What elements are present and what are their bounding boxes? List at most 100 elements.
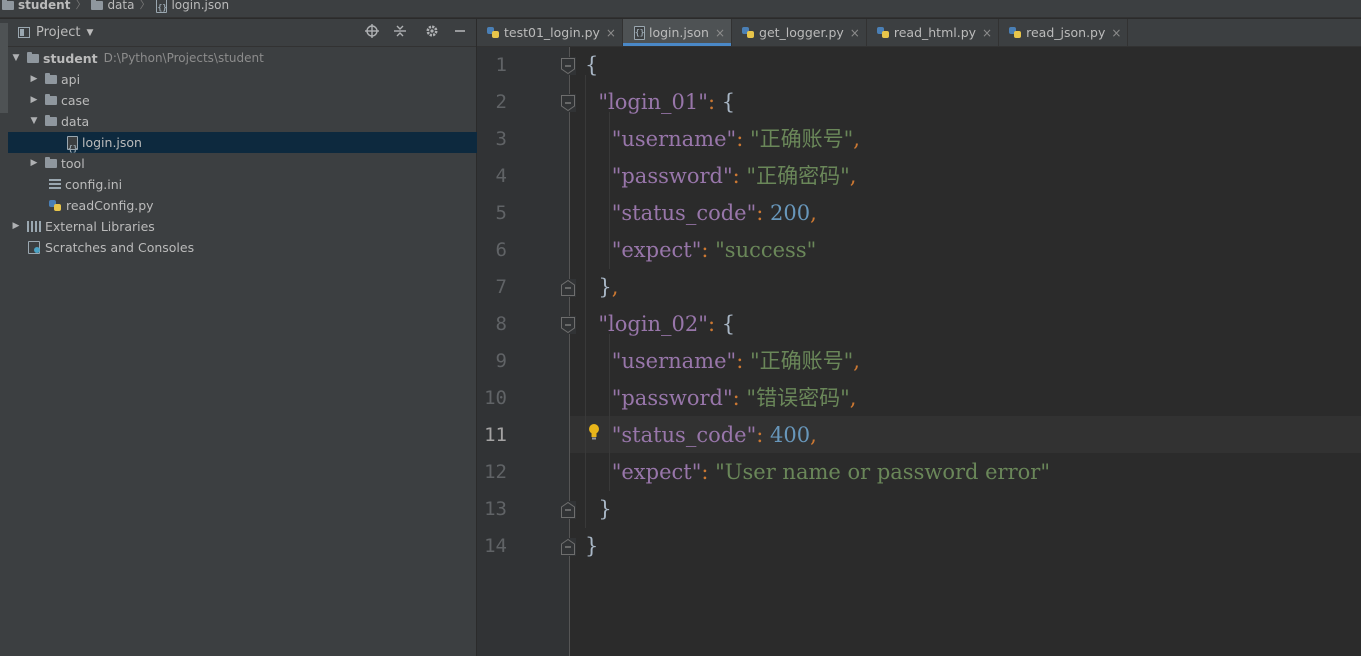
- tree-item-case[interactable]: ▶ case: [8, 90, 496, 111]
- close-icon[interactable]: ×: [606, 26, 616, 40]
- chevron-down-icon[interactable]: ▼: [86, 28, 93, 38]
- code-token: 400: [770, 423, 811, 447]
- library-icon: [27, 221, 41, 232]
- close-icon[interactable]: ×: [1111, 26, 1121, 40]
- tab-login-json[interactable]: login.json ×: [622, 19, 733, 46]
- chevron-right-icon[interactable]: ▶: [28, 153, 40, 174]
- code-token: "status_code": [611, 423, 757, 447]
- tree-item-student[interactable]: ▼ student D:\Python\Projects\student: [8, 48, 478, 69]
- line-number: 2: [495, 91, 507, 113]
- breadcrumb-item-login-json[interactable]: login.json: [155, 0, 229, 15]
- breadcrumb: student 〉 data 〉 login.json: [0, 0, 1361, 18]
- code-token: "expect": [611, 238, 702, 262]
- code-line: "username": "正确账号",: [585, 121, 860, 158]
- tab-read-html-py[interactable]: read_html.py ×: [867, 19, 1000, 46]
- folder-icon: [27, 52, 39, 63]
- folder-icon: [45, 94, 57, 105]
- code-token: :: [701, 460, 716, 484]
- tree-item-config-ini[interactable]: config.ini: [8, 174, 517, 195]
- python-file-icon: [876, 26, 890, 39]
- collapse-all-icon[interactable]: [392, 24, 408, 40]
- code-token: :: [701, 238, 716, 262]
- line-number: 11: [484, 424, 507, 446]
- tree-item-api[interactable]: ▶ api: [8, 69, 496, 90]
- breadcrumb-item-student[interactable]: student: [2, 0, 70, 12]
- breadcrumb-item-data[interactable]: data: [91, 0, 134, 12]
- gear-icon[interactable]: [424, 24, 440, 40]
- line-number: 8: [495, 313, 507, 335]
- code-editor[interactable]: 1{2 "login_01": {3 "username": "正确账号", 4 …: [477, 47, 1361, 656]
- code-token: {: [721, 90, 736, 114]
- close-icon[interactable]: ×: [850, 26, 860, 40]
- code-token: "expect": [611, 460, 702, 484]
- line-number: 12: [484, 461, 507, 483]
- code-token: :: [732, 386, 747, 410]
- code-token: ,: [849, 386, 857, 410]
- locate-target-icon[interactable]: [364, 24, 380, 40]
- line-number: 4: [495, 165, 507, 187]
- code-token: "login_02": [598, 312, 708, 336]
- project-view-title[interactable]: Project: [36, 25, 80, 40]
- line-number: 14: [484, 535, 507, 557]
- tab-test01-login-py[interactable]: test01_login.py ×: [477, 19, 623, 46]
- line-number: 6: [495, 239, 507, 261]
- line-number: 10: [484, 387, 507, 409]
- line-number: 5: [495, 202, 507, 224]
- code-token: "正确账号": [749, 127, 854, 151]
- folder-icon: [45, 157, 57, 168]
- code-line: "status_code": 200,: [585, 195, 817, 232]
- close-icon[interactable]: ×: [982, 26, 992, 40]
- code-token: {: [585, 53, 599, 77]
- chevron-down-icon[interactable]: ▼: [28, 111, 40, 132]
- tree-item-login-json[interactable]: login.json: [8, 132, 534, 159]
- chevron-down-icon[interactable]: ▼: [10, 48, 22, 69]
- fold-end-icon[interactable]: [560, 501, 576, 519]
- code-token: 200: [770, 201, 811, 225]
- chevron-right-icon[interactable]: ▶: [10, 216, 22, 237]
- project-tool-window-tab[interactable]: [0, 23, 8, 113]
- line-number: 3: [495, 128, 507, 150]
- fold-collapse-icon[interactable]: [560, 94, 576, 112]
- chevron-right-icon[interactable]: ▶: [28, 90, 40, 111]
- ini-file-icon: [49, 179, 61, 190]
- tab-get-logger-py[interactable]: get_logger.py ×: [732, 19, 867, 46]
- code-token: :: [707, 312, 722, 336]
- fold-collapse-icon[interactable]: [560, 57, 576, 75]
- tree-item-data[interactable]: ▼ data: [8, 111, 496, 132]
- code-token: "错误密码": [746, 386, 850, 410]
- code-token: :: [707, 90, 722, 114]
- code-token: ,: [853, 349, 860, 373]
- fold-end-icon[interactable]: [560, 279, 576, 297]
- code-token: "username": [611, 349, 737, 373]
- code-token: }: [598, 275, 612, 299]
- minimize-icon[interactable]: [452, 24, 468, 40]
- chevron-right-icon[interactable]: ▶: [28, 69, 40, 90]
- tab-read-json-py[interactable]: read_json.py ×: [999, 19, 1129, 46]
- code-token: "正确账号": [749, 349, 854, 373]
- gutter-divider: [569, 47, 570, 656]
- code-line: {: [585, 47, 598, 84]
- project-panel: Project ▼ ▼ student D:\Python\Projects\s…: [8, 19, 534, 656]
- python-file-icon: [1009, 26, 1022, 39]
- editor: test01_login.py × login.json × get_logge…: [477, 19, 1361, 656]
- code-token: :: [736, 127, 750, 151]
- close-icon[interactable]: ×: [715, 26, 725, 40]
- tree-item-readconfig-py[interactable]: readConfig.py: [8, 195, 517, 216]
- fold-end-icon[interactable]: [560, 538, 576, 556]
- tree-item-external-libraries[interactable]: ▶ External Libraries: [8, 216, 478, 237]
- code-line: "expect": "User name or password error": [585, 454, 1050, 491]
- code-token: "username": [611, 127, 737, 151]
- tree-item-scratches[interactable]: Scratches and Consoles: [8, 237, 496, 258]
- python-file-icon: [487, 26, 500, 39]
- tree-item-tool[interactable]: ▶ tool: [8, 153, 496, 174]
- fold-collapse-icon[interactable]: [560, 316, 576, 334]
- code-line: },: [585, 269, 618, 306]
